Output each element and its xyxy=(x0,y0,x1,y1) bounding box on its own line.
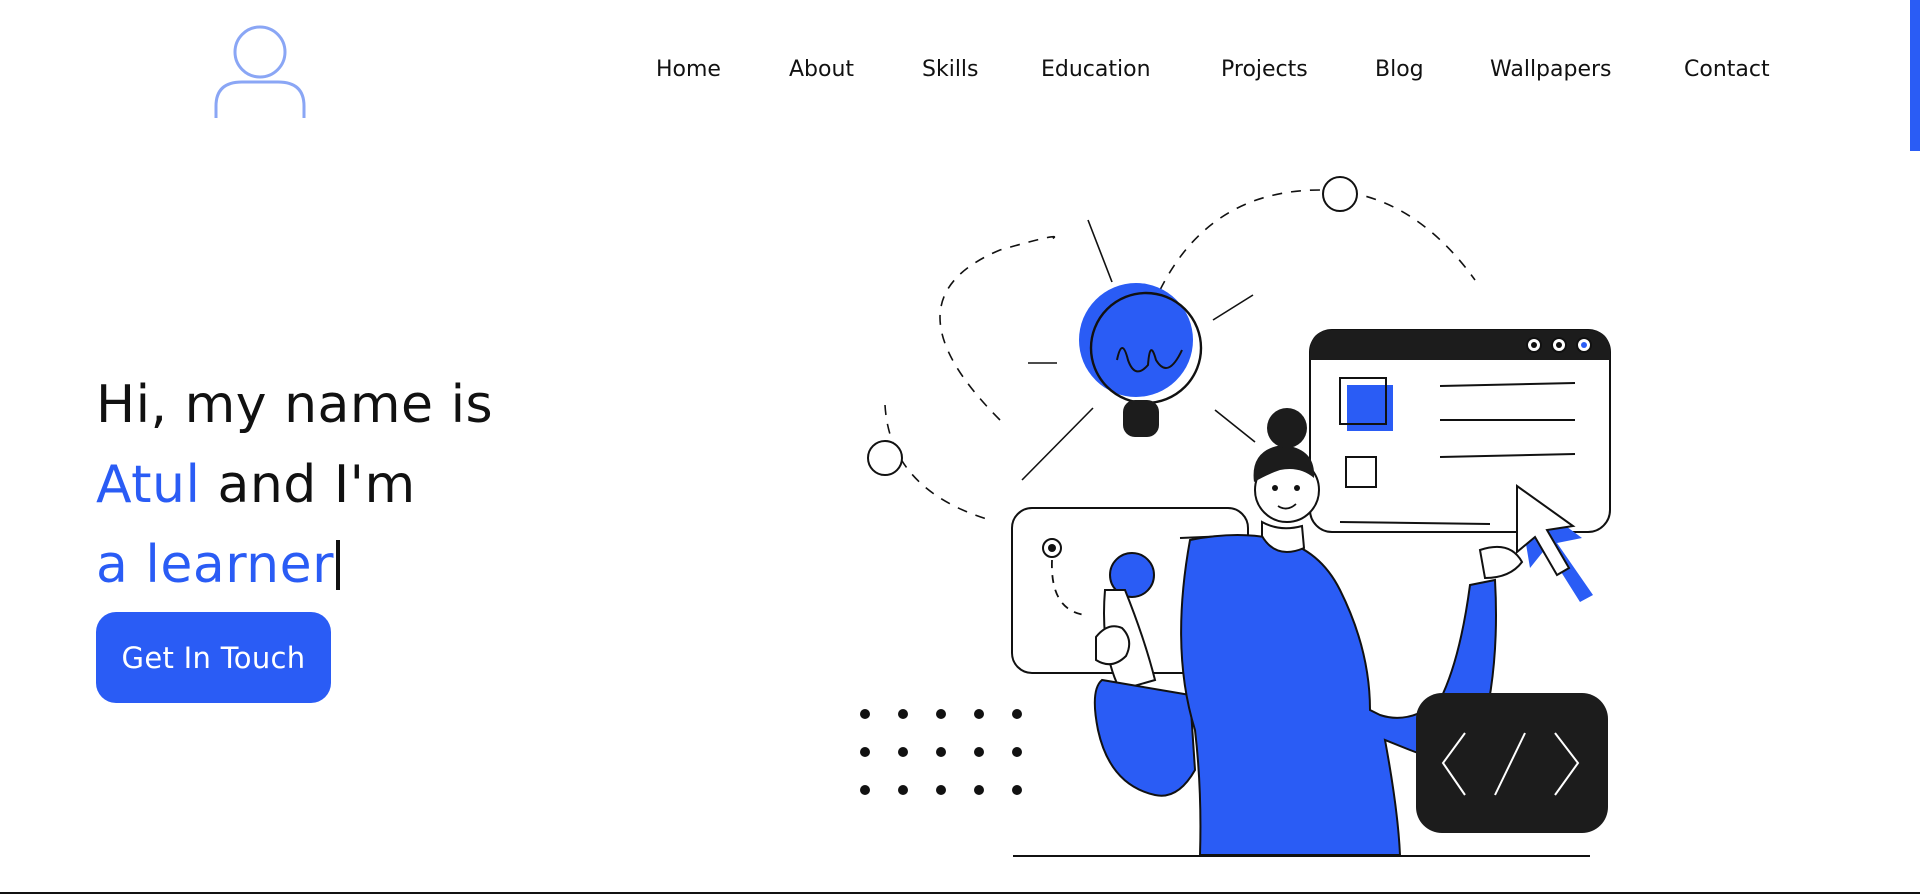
browser-window-icon xyxy=(1309,329,1611,533)
page: Home About Skills Education Projects Blo… xyxy=(0,0,1920,894)
hero-name: Atul xyxy=(96,455,201,515)
hero-name-line: Atul and I'm xyxy=(96,445,493,525)
dashed-orbit-top xyxy=(1159,189,1476,291)
hero-text: Hi, my name is Atul and I'm a learner xyxy=(96,365,493,605)
orbit-node-left xyxy=(867,440,903,476)
hero-greeting: Hi, my name is xyxy=(96,375,494,435)
hero-typed-line: a learner xyxy=(96,525,493,605)
orbit-node-top xyxy=(1322,176,1358,212)
hero-line2-rest: and I'm xyxy=(200,455,416,515)
hero-typed-text: a learner xyxy=(96,535,334,595)
nav-education-link[interactable]: Education xyxy=(1041,57,1151,82)
nav-contact-link[interactable]: Contact xyxy=(1684,57,1770,82)
dashed-orbit-left xyxy=(939,235,1056,421)
scroll-indicator[interactable] xyxy=(1910,0,1920,151)
nav-about-link[interactable]: About xyxy=(789,57,854,82)
nav-blog-link[interactable]: Blog xyxy=(1375,57,1424,82)
dot-grid-pattern xyxy=(860,709,1022,795)
nav-home-link[interactable]: Home xyxy=(656,57,721,82)
nav-projects-link[interactable]: Projects xyxy=(1221,57,1308,82)
lightbulb-icon xyxy=(1021,219,1256,481)
code-brackets-icon xyxy=(1416,693,1608,833)
hero-illustration xyxy=(860,176,1611,857)
nav-skills-link[interactable]: Skills xyxy=(922,57,979,82)
typing-cursor xyxy=(336,540,340,590)
logo-user-icon[interactable] xyxy=(208,22,308,122)
get-in-touch-button[interactable]: Get In Touch xyxy=(96,612,331,703)
nav-wallpapers-link[interactable]: Wallpapers xyxy=(1490,57,1612,82)
